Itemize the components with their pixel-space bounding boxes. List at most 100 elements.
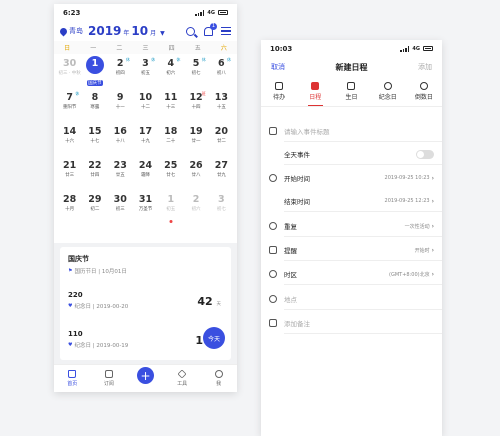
tab-countdown[interactable]: 倒数日 bbox=[406, 77, 442, 106]
tab-add[interactable]: + bbox=[127, 365, 164, 392]
calendar-day[interactable]: 2 初六 bbox=[183, 190, 208, 224]
status-time: 6:23 bbox=[63, 8, 81, 17]
title-field[interactable]: 请输入事件标题 bbox=[261, 120, 442, 142]
event-days: 42 天 bbox=[197, 295, 221, 308]
calendar-day[interactable]: 14 十六 bbox=[57, 122, 82, 156]
battery-icon bbox=[423, 46, 433, 51]
day-number: 30 bbox=[63, 58, 77, 69]
day-number: 24 bbox=[138, 160, 153, 171]
tab-todo[interactable]: 待办 bbox=[261, 77, 297, 106]
calendar-day[interactable]: 2 初四休 bbox=[108, 54, 133, 88]
calendar-header: 青岛 2019 年 10 月 ▼ 1 bbox=[54, 21, 237, 41]
clock-icon bbox=[269, 174, 277, 182]
heart-icon bbox=[383, 82, 392, 90]
calendar-day[interactable]: 22 廿四 bbox=[82, 156, 107, 190]
day-number: 17 bbox=[138, 126, 153, 137]
lunar-label: 初五 bbox=[166, 207, 176, 212]
calendar-day[interactable]: 31 万圣节 bbox=[133, 190, 158, 224]
document-icon bbox=[311, 82, 320, 90]
day-number: 21 bbox=[63, 160, 77, 171]
event-item[interactable]: 110 ♥ 纪念日 | 2019-00-19 bbox=[68, 330, 128, 349]
day-number: 2 bbox=[192, 194, 200, 205]
all-day-toggle[interactable] bbox=[416, 149, 434, 159]
lunar-label: 廿四 bbox=[90, 173, 100, 178]
tab-home[interactable]: 首页 bbox=[54, 365, 91, 392]
calendar-day[interactable]: 26 廿八 bbox=[183, 156, 208, 190]
note-field[interactable]: 添加备注 bbox=[261, 312, 442, 334]
calendar-day-today[interactable]: 1 国庆节 bbox=[82, 54, 107, 88]
chevron-right-icon: › bbox=[431, 222, 434, 230]
calendar-day[interactable]: 18 二十 bbox=[158, 122, 183, 156]
lunar-label: 十七 bbox=[90, 139, 100, 144]
calendar-day[interactable]: 13 十五 bbox=[209, 88, 234, 122]
calendar-day[interactable]: 9 十一 bbox=[108, 88, 133, 122]
repeat-row[interactable]: 重复 一次性活动 › bbox=[261, 215, 442, 237]
menu-icon[interactable] bbox=[221, 26, 231, 36]
bell-icon[interactable]: 1 bbox=[203, 23, 217, 36]
event-subtitle: 国历节日 | 10月01日 bbox=[74, 269, 127, 275]
checkbox-icon bbox=[275, 82, 284, 90]
tab-schedule[interactable]: 日程 bbox=[297, 77, 333, 106]
weekday-header: 日一二三四五六 bbox=[54, 41, 237, 54]
calendar-day[interactable]: 4 初六休 bbox=[158, 54, 183, 88]
calendar-day[interactable]: 30 初三 bbox=[108, 190, 133, 224]
tab-birthday[interactable]: 生日 bbox=[333, 77, 369, 106]
month-picker[interactable]: 2019 年 10 月 ▼ bbox=[88, 24, 165, 38]
nav-bar: 取消 新建日程 添加 bbox=[261, 57, 442, 77]
calendar-day[interactable]: 30 初三 · 中秋 bbox=[57, 54, 82, 88]
lunar-label: 十九 bbox=[140, 139, 150, 144]
calendar-day[interactable]: 8 寒露 bbox=[82, 88, 107, 122]
calendar-day[interactable]: 6 初八休 bbox=[209, 54, 234, 88]
calendar-day[interactable]: 3 初五休 bbox=[133, 54, 158, 88]
calendar-day[interactable]: 5 初七休 bbox=[183, 54, 208, 88]
calendar-day[interactable]: 7 重阳节休 bbox=[57, 88, 82, 122]
calendar-day[interactable]: 21 廿三 bbox=[57, 156, 82, 190]
tab-anniversary[interactable]: 纪念日 bbox=[370, 77, 406, 106]
calendar-day[interactable]: 15 十七 bbox=[82, 122, 107, 156]
status-bar: 10:03 4G bbox=[261, 40, 442, 57]
calendar-day[interactable]: 11 十三 bbox=[158, 88, 183, 122]
lunar-label: 寒露 bbox=[90, 105, 100, 110]
search-icon[interactable] bbox=[186, 26, 195, 36]
cake-icon bbox=[347, 82, 356, 90]
note-icon bbox=[269, 319, 277, 327]
calendar-day[interactable]: 27 廿九 bbox=[209, 156, 234, 190]
calendar-day[interactable]: 3 初七 bbox=[209, 190, 234, 224]
cancel-button[interactable]: 取消 bbox=[271, 62, 285, 72]
heart-icon: ♥ bbox=[68, 342, 73, 348]
location-selector[interactable]: 青岛 bbox=[58, 26, 83, 36]
remind-row[interactable]: 提醒 开始时 › bbox=[261, 239, 442, 261]
calendar-day[interactable]: 12 十四班 bbox=[183, 88, 208, 122]
calendar-day[interactable]: 10 十二 bbox=[133, 88, 158, 122]
event-item[interactable]: 220 ♥ 纪念日 | 2019-00-20 bbox=[68, 291, 128, 310]
bookmark-icon bbox=[104, 370, 113, 378]
lunar-label: 十二 bbox=[140, 105, 150, 110]
lunar-label: 廿八 bbox=[191, 173, 201, 178]
end-time-row[interactable]: 结束时间 2019-09-25 12:23 › bbox=[261, 190, 442, 212]
tab-tools[interactable]: 工具 bbox=[164, 365, 201, 392]
lunar-label: 万圣节 bbox=[138, 207, 153, 212]
calendar-day[interactable]: 25 廿七 bbox=[158, 156, 183, 190]
calendar-day[interactable]: 16 十八 bbox=[108, 122, 133, 156]
tab-me[interactable]: 我 bbox=[200, 365, 237, 392]
day-number: 15 bbox=[88, 126, 102, 137]
calendar-day[interactable]: 24 霜降 bbox=[133, 156, 158, 190]
lunar-label: 廿一 bbox=[191, 139, 201, 144]
calendar-day[interactable]: 20 廿二 bbox=[209, 122, 234, 156]
add-button[interactable]: 添加 bbox=[418, 62, 432, 72]
calendar-day[interactable]: 23 廿五 bbox=[108, 156, 133, 190]
start-time-row[interactable]: 开始时间 2019-09-25 10:23 › bbox=[261, 167, 442, 189]
calendar-day[interactable]: 29 初二 bbox=[82, 190, 107, 224]
timezone-row[interactable]: 时区 (GMT+8:00)北京 › bbox=[261, 263, 442, 285]
calendar-day[interactable]: 19 廿一 bbox=[183, 122, 208, 156]
all-day-row: 全天事件 bbox=[261, 143, 442, 165]
network-label: 4G bbox=[412, 45, 420, 52]
event-item[interactable]: 国庆节 ⚑ 国历节日 | 10月01日 bbox=[68, 254, 127, 275]
location-field[interactable]: 地点 bbox=[261, 288, 442, 310]
calendar-day[interactable]: 1 初五 bbox=[158, 190, 183, 224]
day-number: 30 bbox=[113, 194, 127, 205]
tab-subscribe[interactable]: 订阅 bbox=[91, 365, 128, 392]
calendar-day[interactable]: 17 十九 bbox=[133, 122, 158, 156]
today-button[interactable]: 今天 bbox=[203, 327, 225, 349]
calendar-day[interactable]: 28 十月 bbox=[57, 190, 82, 224]
